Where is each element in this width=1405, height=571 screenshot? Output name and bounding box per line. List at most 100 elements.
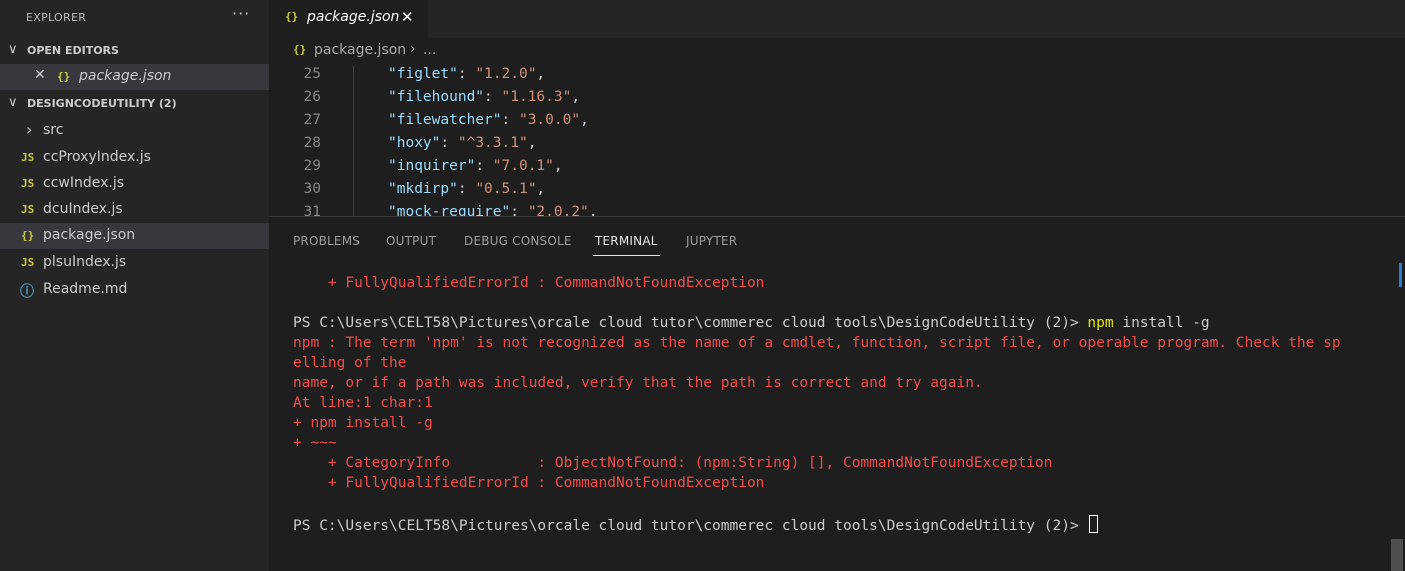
json-file-icon: {}	[285, 10, 299, 23]
line-number: 28	[303, 135, 321, 151]
tree-item-label: ccProxyIndex.js	[43, 149, 151, 165]
code-line: 31 "mock-require": "2.0.2",	[269, 204, 1405, 216]
json-key: "mkdirp"	[388, 181, 458, 197]
indent-guide	[353, 112, 354, 135]
terminal-line: At line:1 char:1	[293, 395, 433, 411]
tree-item-src[interactable]: › src	[0, 118, 269, 144]
tree-item-ccwindex[interactable]: JS ccwIndex.js	[0, 171, 269, 197]
scrollbar-marker	[1399, 263, 1402, 287]
json-value: "7.0.1"	[492, 158, 554, 174]
terminal-line: name, or if a path was included, verify …	[293, 375, 983, 391]
open-editors-label: OPEN EDITORS	[27, 44, 119, 57]
json-file-icon: {}	[21, 229, 35, 242]
bottom-panel: PROBLEMS OUTPUT DEBUG CONSOLE TERMINAL J…	[269, 216, 1405, 571]
line-number: 31	[303, 204, 321, 216]
explorer-title: EXPLORER	[26, 11, 87, 24]
json-value: "0.5.1"	[475, 181, 537, 197]
code-line: 29 "inquirer": "7.0.1",	[269, 158, 1405, 181]
editor-area: {} package.json ✕ {} package.json › ... …	[269, 0, 1405, 216]
js-file-icon: JS	[21, 177, 35, 190]
json-key: "mock-require"	[388, 204, 511, 216]
tab-output[interactable]: OUTPUT	[386, 234, 436, 248]
indent-guide	[353, 181, 354, 204]
tab-debug-console[interactable]: DEBUG CONSOLE	[464, 234, 572, 248]
tree-item-label: plsuIndex.js	[43, 254, 127, 270]
terminal-command-args: install -g	[1113, 315, 1210, 331]
close-icon[interactable]: ✕	[401, 8, 414, 26]
terminal-cursor	[1089, 515, 1099, 533]
terminal-prompt: PS C:\Users\CELT58\Pictures\orcale cloud…	[293, 518, 1088, 534]
editor-tab-bar: {} package.json ✕	[269, 0, 1405, 38]
tab-label: package.json	[307, 9, 400, 25]
json-key: "filewatcher"	[388, 112, 502, 128]
indent-guide	[353, 158, 354, 181]
json-file-icon: {}	[57, 70, 71, 83]
line-number: 25	[303, 66, 321, 82]
line-number: 29	[303, 158, 321, 174]
breadcrumb: {} package.json › ...	[269, 38, 1405, 64]
indent-guide	[353, 204, 354, 216]
info-icon: ⓘ	[20, 284, 34, 300]
terminal-scrollbar[interactable]	[1389, 261, 1403, 571]
tab-problems[interactable]: PROBLEMS	[293, 234, 360, 248]
json-file-icon: {}	[293, 43, 307, 56]
terminal-line: PS C:\Users\CELT58\Pictures\orcale cloud…	[293, 315, 1210, 335]
line-number: 27	[303, 112, 321, 128]
close-icon[interactable]: ✕	[34, 67, 46, 83]
active-tab-indicator	[593, 255, 660, 256]
json-value: "1.2.0"	[475, 66, 537, 82]
json-value: "2.0.2"	[527, 204, 589, 216]
open-editor-item-package-json[interactable]: ✕ {} package.json	[0, 64, 269, 90]
line-number: 30	[303, 181, 321, 197]
chevron-right-icon: ›	[26, 120, 33, 139]
code-line: 25 "figlet": "1.2.0",	[269, 66, 1405, 89]
terminal-prompt: PS C:\Users\CELT58\Pictures\orcale cloud…	[293, 315, 1088, 331]
folder-section-header[interactable]: ∨ DESIGNCODEUTILITY (2)	[0, 93, 269, 115]
terminal-line: elling of the	[293, 355, 407, 371]
more-actions-icon[interactable]: ···	[232, 4, 250, 23]
json-value: "1.16.3"	[501, 89, 572, 105]
tab-package-json[interactable]: {} package.json ✕	[269, 0, 428, 38]
tree-item-label: ccwIndex.js	[43, 175, 125, 191]
tree-item-label: dcuIndex.js	[43, 201, 123, 217]
tab-terminal[interactable]: TERMINAL	[595, 234, 658, 248]
json-key: "inquirer"	[388, 158, 476, 174]
tree-item-dcuindex[interactable]: JS dcuIndex.js	[0, 197, 269, 223]
js-file-icon: JS	[21, 151, 35, 164]
tree-item-readme[interactable]: ⓘ Readme.md	[0, 277, 269, 303]
indent-guide	[353, 135, 354, 158]
chevron-right-icon: ›	[410, 41, 416, 57]
json-key: "figlet"	[388, 66, 458, 82]
indent-guide	[353, 89, 354, 112]
breadcrumb-symbols[interactable]: ...	[423, 42, 436, 58]
folder-label: DESIGNCODEUTILITY (2)	[27, 97, 177, 110]
chevron-down-icon: ∨	[8, 42, 18, 57]
tree-item-plsuindex[interactable]: JS plsuIndex.js	[0, 250, 269, 276]
open-editor-label: package.json	[79, 68, 172, 84]
terminal-line: + FullyQualifiedErrorId : CommandNotFoun…	[293, 275, 765, 291]
js-file-icon: JS	[21, 203, 35, 216]
tab-jupyter[interactable]: JUPYTER	[686, 234, 737, 248]
code-editor[interactable]: 25 "figlet": "1.2.0", 26 "filehound": "1…	[269, 64, 1405, 216]
code-line: 30 "mkdirp": "0.5.1",	[269, 181, 1405, 204]
breadcrumb-file[interactable]: package.json	[314, 42, 406, 58]
line-number: 26	[303, 89, 321, 105]
tree-item-package-json[interactable]: {} package.json	[0, 223, 269, 249]
explorer-header: EXPLORER ···	[0, 0, 269, 36]
json-value: "3.0.0"	[518, 112, 581, 128]
tree-item-label: Readme.md	[43, 281, 128, 297]
tree-item-label: package.json	[43, 227, 136, 243]
terminal-line: PS C:\Users\CELT58\Pictures\orcale cloud…	[293, 515, 1099, 535]
json-key: "hoxy"	[388, 135, 441, 151]
code-line: 27 "filewatcher": "3.0.0",	[269, 112, 1405, 135]
chevron-down-icon: ∨	[8, 95, 18, 110]
code-line: 28 "hoxy": "^3.3.1",	[269, 135, 1405, 158]
terminal-scrollbar-thumb[interactable]	[1391, 539, 1403, 571]
tree-item-ccproxyindex[interactable]: JS ccProxyIndex.js	[0, 145, 269, 171]
terminal-line: + FullyQualifiedErrorId : CommandNotFoun…	[293, 475, 765, 491]
terminal-line: + CategoryInfo : ObjectNotFound: (npm:St…	[293, 455, 1053, 471]
explorer-sidebar: EXPLORER ··· ∨ OPEN EDITORS ✕ {} package…	[0, 0, 269, 571]
tree-item-label: src	[43, 122, 64, 138]
terminal-command: npm	[1087, 315, 1114, 331]
open-editors-section-header[interactable]: ∨ OPEN EDITORS	[0, 40, 269, 62]
